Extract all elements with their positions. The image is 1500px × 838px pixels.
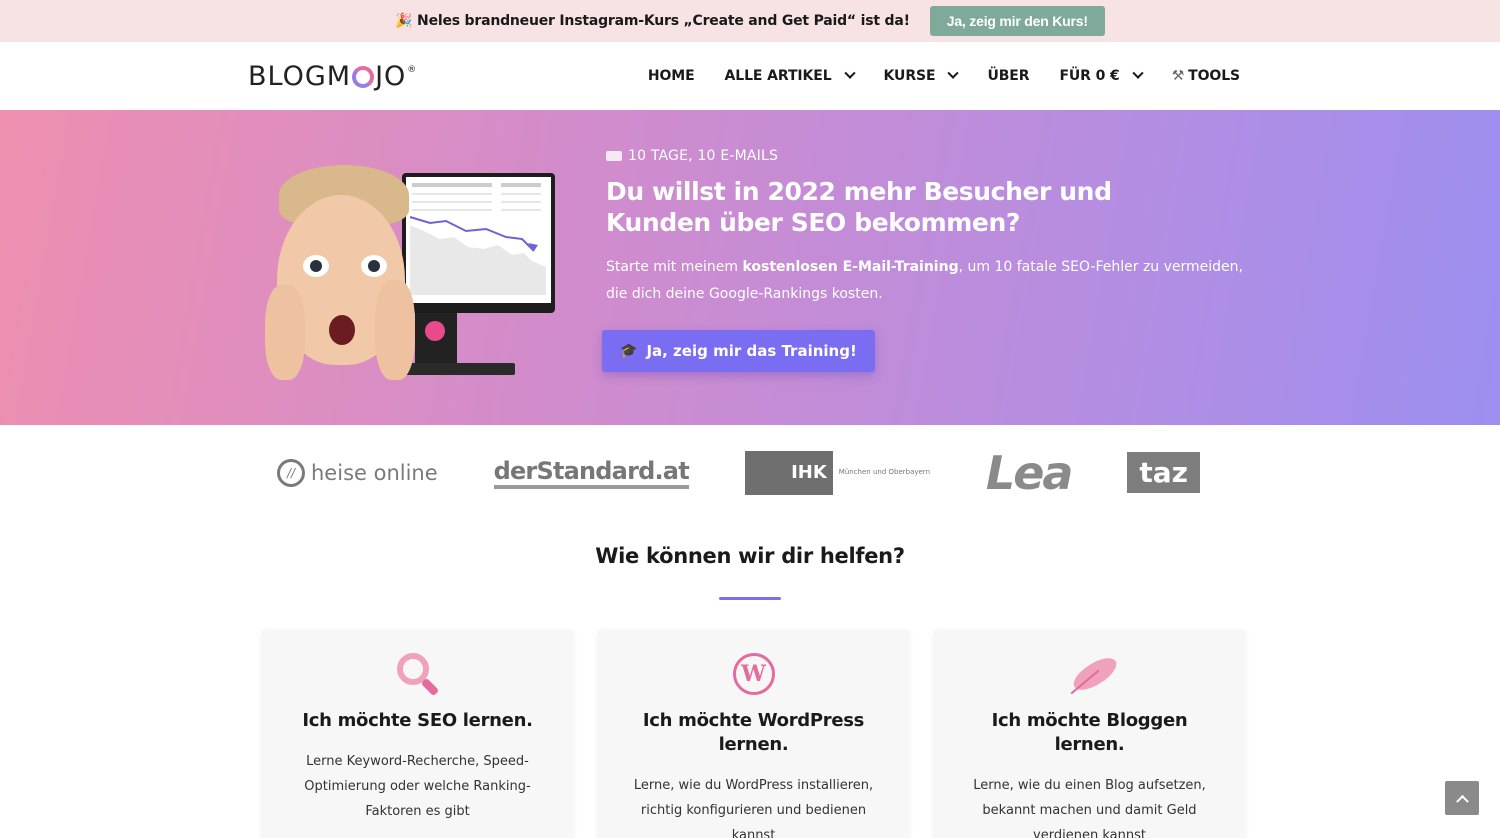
nav-label-ueber: ÜBER	[987, 68, 1030, 84]
email-icon	[606, 151, 622, 161]
nav-label-alle-artikel: ALLE ARTIKEL	[724, 68, 832, 84]
nav-item-fuer-0[interactable]: FÜR 0 €	[1059, 67, 1144, 84]
monitor-illustration	[402, 173, 555, 313]
nav-label-tools: TOOLS	[1188, 68, 1240, 84]
graduation-cap-icon: 🎓	[620, 343, 638, 359]
hero-illustration	[262, 145, 562, 395]
card-text: Lerne Keyword-Recherche, Speed-Optimieru…	[304, 754, 531, 819]
nav-item-kurse[interactable]: KURSE	[883, 67, 960, 84]
site-logo[interactable]: BLOGM JO ®	[248, 61, 417, 92]
announcement-text: 🎉 Neles brandneuer Instagram-Kurs „Creat…	[395, 13, 910, 29]
hero-title: Du willst in 2022 mehr Besucher und Kund…	[606, 177, 1112, 237]
section-title: Wie können wir dir helfen?	[595, 544, 905, 568]
hero-content: 10 TAGE, 10 E-MAILS Du willst in 2022 me…	[602, 148, 1246, 372]
face-hand-left	[265, 285, 305, 380]
heise-circle-icon: //	[277, 458, 305, 487]
chevron-up-icon	[1455, 794, 1469, 808]
wordpress-icon: W	[732, 653, 775, 695]
derstandard-logo: derStandard.at	[493, 457, 690, 489]
show-training-button[interactable]: 🎓 Ja, zeig mir das Training!	[602, 330, 875, 372]
chevron-down-icon	[1132, 67, 1144, 79]
nav-label-fuer-0: FÜR 0 €	[1059, 68, 1120, 84]
tools-icon: ⚒	[1171, 68, 1185, 84]
card-title: Ich möchte WordPress lernen.	[642, 710, 865, 755]
nav-item-ueber[interactable]: ÜBER	[987, 68, 1029, 84]
site-header: BLOGM JO ® HOME ALLE ARTIKEL KURSE ÜBER FÜ…	[0, 42, 1500, 110]
hero-subtitle: Starte mit meinem kostenlosen E-Mail-Tra…	[606, 254, 1246, 308]
hero-eyebrow-text: 10 TAGE, 10 E-MAILS	[628, 148, 779, 164]
card-wordpress[interactable]: W Ich möchte WordPress lernen. Lerne, wi…	[598, 631, 909, 838]
logo-text-blog: BLOGM	[248, 60, 352, 92]
hero-banner: 10 TAGE, 10 E-MAILS Du willst in 2022 me…	[0, 110, 1500, 425]
monitor-dot	[425, 321, 445, 341]
nav-item-alle-artikel[interactable]: ALLE ARTIKEL	[724, 67, 856, 84]
search-icon-handle	[420, 677, 439, 697]
card-text: Lerne, wie du WordPress installieren, ri…	[633, 778, 874, 838]
logo-text-jo: JO	[375, 60, 407, 92]
lea-logo: Lea	[985, 445, 1074, 500]
card-seo[interactable]: Ich möchte SEO lernen. Lerne Keyword-Rec…	[262, 631, 573, 838]
face-eye-right	[361, 255, 387, 277]
card-title: Ich möchte Bloggen lernen.	[991, 710, 1188, 755]
card-blogging[interactable]: Ich möchte Bloggen lernen. Lerne, wie du…	[934, 631, 1245, 838]
nav-label-kurse: KURSE	[883, 68, 936, 84]
nav-label-home: HOME	[647, 68, 695, 84]
card-text: Lerne, wie du einen Blog aufsetzen, beka…	[973, 778, 1206, 838]
shocked-memoji-face	[265, 165, 417, 380]
help-cards: Ich möchte SEO lernen. Lerne Keyword-Rec…	[0, 631, 1500, 838]
section-divider	[719, 597, 781, 600]
nav-item-tools[interactable]: ⚒ TOOLS	[1172, 68, 1240, 84]
show-course-button[interactable]: Ja, zeig mir den Kurs!	[929, 6, 1105, 36]
chevron-down-icon	[947, 67, 960, 79]
face-eye-left	[303, 255, 329, 277]
card-title: Ich möchte SEO lernen.	[302, 710, 533, 731]
search-icon	[396, 653, 439, 697]
ihk-logo: IHK München und Oberbayern	[744, 450, 930, 495]
announcement-bar: 🎉 Neles brandneuer Instagram-Kurs „Creat…	[0, 0, 1500, 42]
face-hand-right	[375, 280, 415, 380]
hero-eyebrow: 10 TAGE, 10 E-MAILS	[606, 148, 1246, 164]
logo-registered-mark: ®	[407, 64, 418, 75]
hero-sub-bold: kostenlosen E-Mail-Training	[742, 259, 959, 275]
face-mouth	[329, 315, 355, 345]
ranking-chart-graphic	[409, 183, 546, 295]
hero-sub-pre: Starte mit meinem	[606, 259, 743, 275]
scroll-to-top-button[interactable]	[1445, 781, 1479, 815]
show-training-button-label: Ja, zeig mir das Training!	[646, 342, 857, 360]
logo-o-ring-icon	[352, 66, 375, 88]
heise-logo-text: heise online	[311, 460, 438, 485]
feather-icon	[1069, 650, 1120, 698]
taz-logo: taz	[1127, 452, 1200, 493]
ihk-logo-subtext: München und Oberbayern	[838, 468, 930, 476]
chevron-down-icon	[843, 67, 856, 79]
press-logos: // heise online derStandard.at IHK Münch…	[0, 425, 1500, 520]
wordpress-icon-mark: W	[732, 653, 775, 695]
heise-online-logo: // heise online	[277, 458, 438, 487]
nav-item-home[interactable]: HOME	[648, 68, 695, 84]
monitor-screen	[406, 177, 551, 303]
ihk-logo-box: IHK	[744, 450, 833, 495]
main-nav: HOME ALLE ARTIKEL KURSE ÜBER FÜR 0 € ⚒ TO…	[648, 42, 1240, 110]
